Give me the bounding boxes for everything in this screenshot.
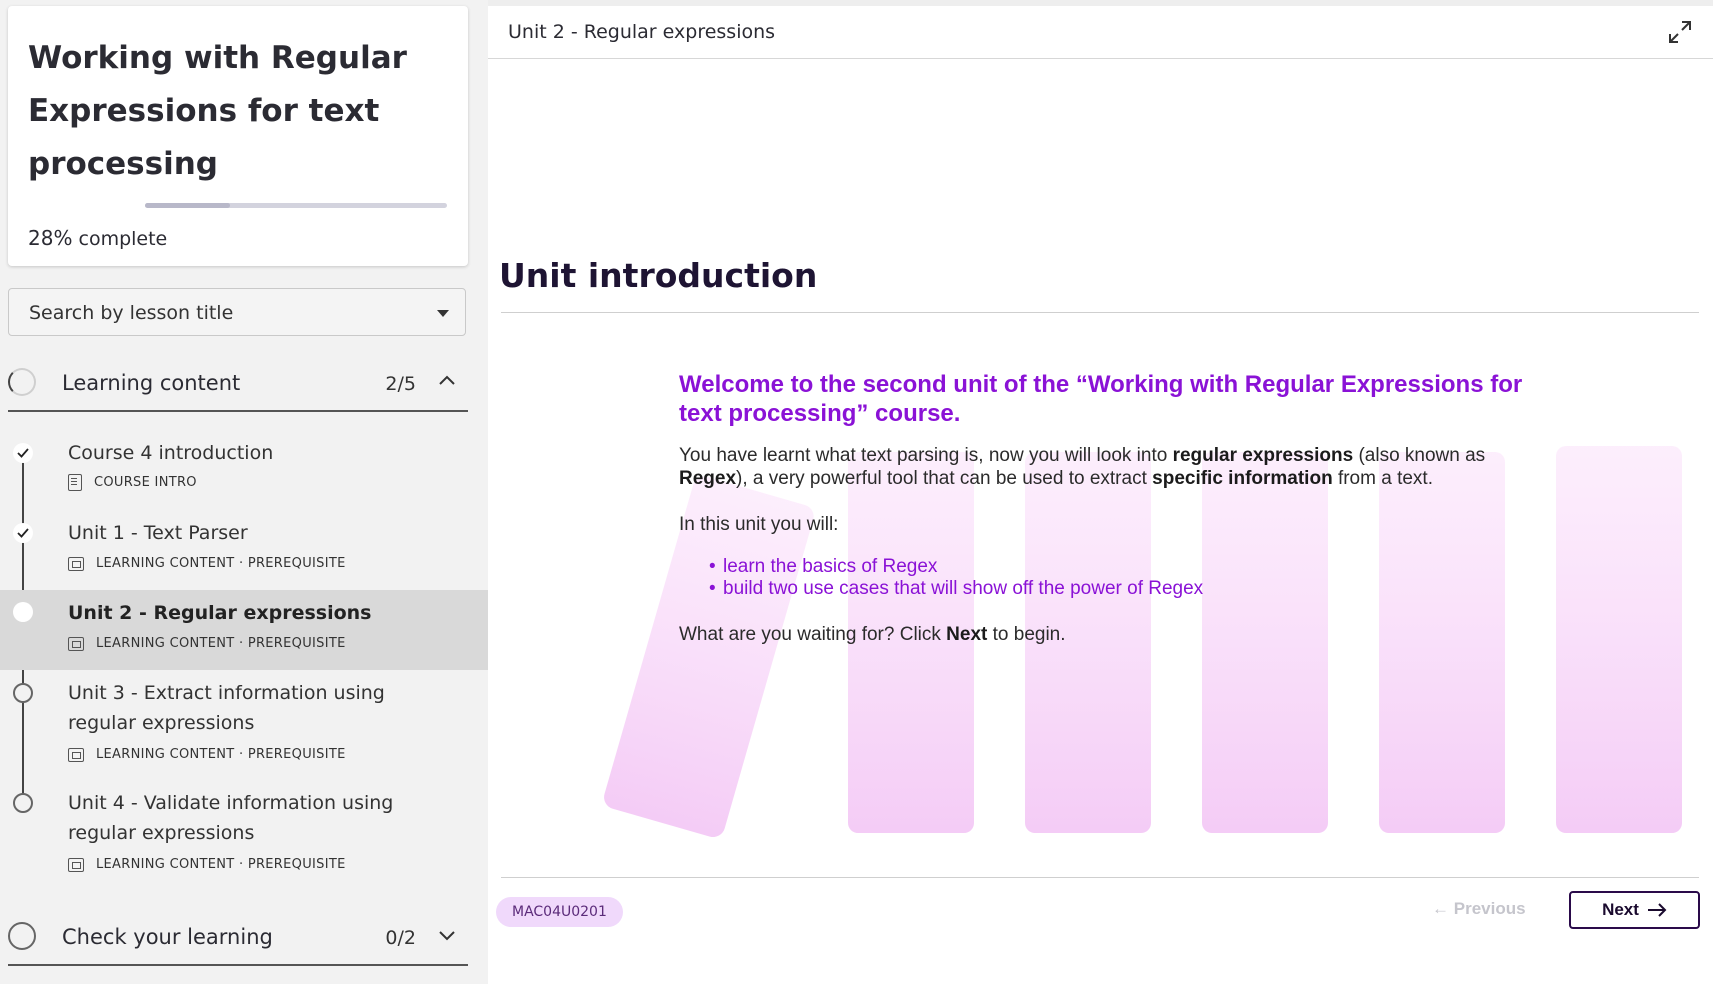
lesson-item-unit-1[interactable]: Unit 1 - Text Parser LEARNING CONTENT · … [0,510,488,590]
lesson-item-unit-2[interactable]: Unit 2 - Regular expressions LEARNING CO… [0,590,488,670]
lesson-title: Unit 1 - Text Parser [68,522,248,544]
lesson-meta-text: LEARNING CONTENT · PREREQUISITE [96,747,346,762]
section-title: Learning content [62,371,241,395]
section-progress-ring-icon [8,922,36,950]
section-header-check-your-learning[interactable]: Check your learning 0/2 [8,908,468,966]
course-sidebar: Working with Regular Expressions for tex… [0,0,488,984]
next-label: Next [1602,900,1639,919]
lesson-item-unit-4[interactable]: Unit 4 - Validate information using regu… [0,780,488,890]
course-title: Working with Regular Expressions for tex… [28,40,407,182]
lesson-item-unit-3[interactable]: Unit 3 - Extract information using regul… [0,670,488,780]
lesson-viewer: Unit 2 - Regular expressions Unit introd… [488,6,1713,984]
lesson-title: Unit 3 - Extract information using regul… [68,682,385,734]
chevron-up-icon[interactable] [438,372,456,390]
chevron-down-icon[interactable] [438,926,456,944]
lesson-search-select[interactable]: Search by lesson title [8,288,466,336]
lesson-meta: LEARNING CONTENT · PREREQUISITE [68,636,346,651]
section-count: 0/2 [385,927,416,949]
lesson-code-badge: MAC04U0201 [496,897,623,927]
lesson-meta: LEARNING CONTENT · PREREQUISITE [68,857,346,872]
list-item: learn the basics of Regex [709,556,1559,578]
course-summary-card: Working with Regular Expressions for tex… [8,6,468,266]
progress-text: 28% complete [28,226,167,250]
previous-button[interactable]: ← Previous [1432,899,1526,919]
progress-bar-fill [145,203,230,208]
check-icon [13,443,33,463]
lesson-meta: COURSE INTRO [68,474,197,491]
list-item: build two use cases that will show off t… [709,578,1559,600]
lesson-meta-text: LEARNING CONTENT · PREREQUISITE [96,556,346,571]
arrow-right-icon [1647,903,1667,917]
welcome-text: Welcome to the second unit of the “Worki… [679,371,1523,427]
lesson-meta: LEARNING CONTENT · PREREQUISITE [68,556,346,571]
progress-percent: 28% [28,226,73,250]
section-header-learning-content[interactable]: Learning content 2/5 [8,354,468,412]
section-title: Check your learning [62,925,273,949]
intro-paragraph: You have learnt what text parsing is, no… [679,445,1486,489]
empty-circle-icon [13,683,33,703]
section-progress-ring-icon [8,368,36,396]
next-button[interactable]: Next [1569,891,1700,929]
previous-label: Previous [1453,899,1526,918]
slides-icon [68,636,84,651]
section-count: 2/5 [385,373,416,395]
progress-label: complete [72,228,168,250]
call-to-action-text: What are you waiting for? Click Next to … [679,624,1066,645]
document-icon [68,474,82,491]
lesson-search-placeholder: Search by lesson title [29,302,234,324]
progress-bar [145,203,447,208]
lesson-meta: LEARNING CONTENT · PREREQUISITE [68,747,346,762]
lesson-title: Unit 4 - Validate information using regu… [68,792,394,844]
lesson-title: Unit 2 - Regular expressions [68,602,372,624]
unit-goals-list: learn the basics of Regex build two use … [679,556,1559,600]
lesson-content: Welcome to the second unit of the “Worki… [679,370,1559,646]
slides-icon [68,747,84,762]
check-icon [13,523,33,543]
lesson-title: Course 4 introduction [68,442,274,464]
lesson-item-course-intro[interactable]: Course 4 introduction COURSE INTRO [0,430,488,510]
footer-divider [501,877,1699,878]
slides-icon [68,857,84,872]
current-lesson-dot-icon [13,602,33,622]
empty-circle-icon [13,793,33,813]
arrow-left-icon: ← [1432,899,1449,918]
caret-down-icon [437,310,449,317]
lesson-meta-text: LEARNING CONTENT · PREREQUISITE [96,857,346,872]
slides-icon [68,556,84,571]
lesson-meta-text: COURSE INTRO [94,475,197,490]
lesson-meta-text: LEARNING CONTENT · PREREQUISITE [96,636,346,651]
unit-goals-intro: In this unit you will: [679,514,839,535]
